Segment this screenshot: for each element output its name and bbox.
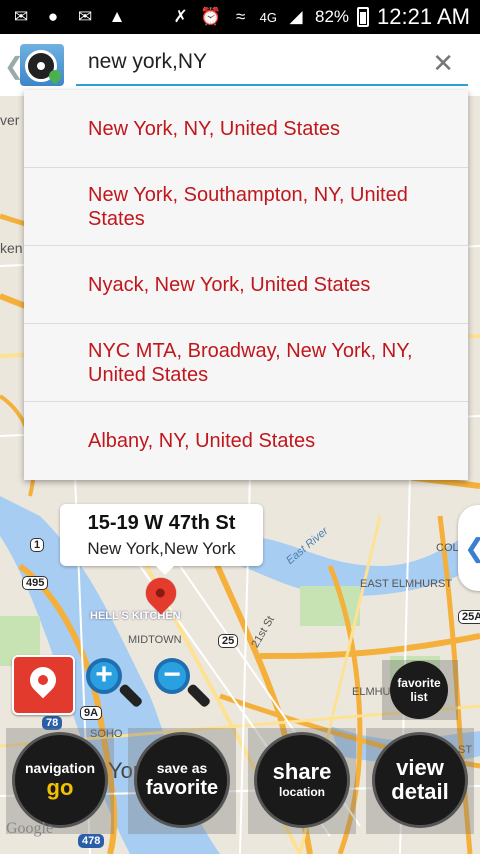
view-detail-button[interactable]: view detail: [366, 728, 474, 834]
clock: 12:21 AM: [377, 4, 470, 29]
app-logo-icon[interactable]: [20, 44, 64, 86]
battery-percent: 82%: [315, 7, 350, 26]
search-input[interactable]: [88, 50, 408, 74]
messages-icon: ✉: [13, 7, 29, 26]
zoom-in-button[interactable]: +: [84, 656, 144, 716]
zoom-out-icon: −: [154, 658, 190, 694]
zoom-out-button[interactable]: −: [152, 656, 212, 716]
route-shield-25a: 25A: [458, 610, 480, 624]
map-label-ken: ken: [0, 240, 23, 256]
map-label-ver: ver: [0, 112, 20, 128]
search-field: ✕: [76, 42, 468, 86]
location-callout[interactable]: 15-19 W 47th St New York,New York: [60, 504, 263, 575]
route-shield-495: 495: [22, 576, 49, 590]
favorite-list-button[interactable]: favorite list: [382, 660, 458, 720]
my-location-button[interactable]: [12, 655, 75, 715]
search-suggestions-list: New York, NY, United States New York, So…: [24, 90, 468, 480]
status-bar: ✉ ● ✉ ▲ ✗ ⏰ ≈ 4G ◢ 82% 12:21 AM: [0, 0, 480, 34]
battery-icon: [357, 7, 370, 27]
location-pin-icon: [24, 661, 62, 699]
go-label: go: [46, 775, 74, 800]
chevron-left-icon: ❮: [464, 533, 480, 564]
route-shield-1: 1: [30, 538, 45, 552]
zoom-in-icon: +: [86, 658, 122, 694]
share-label: share: [272, 759, 332, 784]
suggestion-item[interactable]: New York, NY, United States: [24, 90, 468, 168]
warning-icon: ▲: [108, 7, 126, 26]
suggestion-item[interactable]: Nyack, New York, United States: [24, 246, 468, 324]
google-attribution: Google: [6, 820, 54, 837]
favorite-list-label-1: favorite: [397, 676, 441, 690]
suggestion-item[interactable]: New York, Southampton, NY, United States: [24, 168, 468, 246]
route-shield-25: 25: [218, 634, 239, 648]
navigation-go-button[interactable]: navigation go: [6, 728, 114, 834]
share-location-button[interactable]: share location: [248, 728, 356, 834]
detail-label: detail: [391, 779, 449, 804]
network-type: 4G: [259, 9, 278, 25]
callout-city: New York,New York: [87, 539, 236, 558]
suggestion-item[interactable]: NYC MTA, Broadway, New York, NY, United …: [24, 324, 468, 402]
location-label: location: [278, 785, 325, 799]
suggestion-item[interactable]: Albany, NY, United States: [24, 402, 468, 480]
alarm-icon: ⏰: [200, 7, 222, 26]
save-as-label: save as: [156, 760, 208, 776]
wifi-icon: ≈: [236, 7, 246, 26]
location-icon: ●: [47, 7, 59, 26]
clear-search-icon[interactable]: ✕: [432, 48, 454, 79]
signal-icon: ◢: [289, 7, 303, 26]
callout-address: 15-19 W 47th St: [87, 512, 236, 534]
map-label-midtown: MIDTOWN: [128, 634, 182, 646]
favorite-list-label-2: list: [410, 690, 428, 704]
route-shield-478: 478: [78, 834, 105, 848]
mail-icon: ✉: [77, 7, 93, 26]
navigation-label: navigation: [24, 760, 95, 776]
view-label: view: [396, 755, 444, 780]
map-label-hells-kitchen: HELL'S KITCHEN: [90, 610, 181, 622]
favorite-label: favorite: [145, 777, 219, 799]
map-label-east-elmhurst: EAST ELMHURST: [360, 578, 453, 590]
mute-icon: ✗: [173, 7, 188, 26]
app-bar: ❮ ✕: [0, 34, 480, 96]
save-as-favorite-button[interactable]: save as favorite: [128, 728, 236, 834]
map-label-col: COL: [436, 542, 459, 554]
side-panel-toggle[interactable]: ❮: [458, 505, 480, 591]
